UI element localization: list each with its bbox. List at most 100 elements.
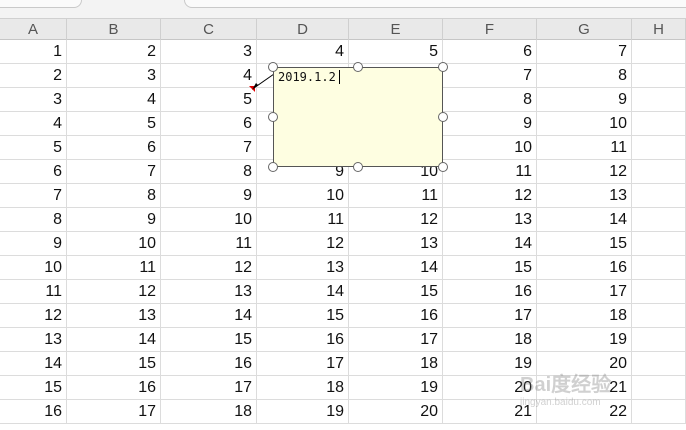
resize-handle-bottom-right[interactable]: [438, 162, 448, 172]
cell[interactable]: 6: [67, 136, 161, 160]
cell[interactable]: 15: [443, 256, 537, 280]
cell[interactable]: 13: [0, 328, 67, 352]
cell[interactable]: 15: [537, 232, 632, 256]
cell[interactable]: 16: [0, 400, 67, 424]
cell[interactable]: 11: [349, 184, 443, 208]
cell[interactable]: 11: [257, 208, 349, 232]
cell[interactable]: 5: [0, 136, 67, 160]
cell[interactable]: [632, 376, 686, 400]
cell[interactable]: 19: [349, 376, 443, 400]
cell[interactable]: 12: [349, 208, 443, 232]
resize-handle-top-right[interactable]: [438, 62, 448, 72]
cell[interactable]: 11: [161, 232, 257, 256]
cell[interactable]: 20: [349, 400, 443, 424]
cell[interactable]: 16: [161, 352, 257, 376]
cell[interactable]: 4: [0, 112, 67, 136]
cell[interactable]: 18: [443, 328, 537, 352]
cell[interactable]: [632, 328, 686, 352]
cell[interactable]: 10: [443, 136, 537, 160]
cell[interactable]: [632, 136, 686, 160]
cell[interactable]: 9: [443, 112, 537, 136]
cell[interactable]: [632, 232, 686, 256]
column-header-b[interactable]: B: [67, 19, 161, 40]
cell[interactable]: 12: [161, 256, 257, 280]
cell[interactable]: 5: [161, 88, 257, 112]
cell[interactable]: 13: [257, 256, 349, 280]
resize-handle-left[interactable]: [268, 112, 278, 122]
cell[interactable]: 19: [537, 328, 632, 352]
cell[interactable]: 14: [349, 256, 443, 280]
cell[interactable]: 5: [67, 112, 161, 136]
cell[interactable]: 10: [67, 232, 161, 256]
cell[interactable]: 9: [0, 232, 67, 256]
cell[interactable]: [632, 112, 686, 136]
cell[interactable]: [632, 400, 686, 424]
cell[interactable]: 8: [67, 184, 161, 208]
cell[interactable]: 12: [0, 304, 67, 328]
column-header-g[interactable]: G: [537, 19, 632, 40]
cell[interactable]: 14: [537, 208, 632, 232]
cell[interactable]: 6: [161, 112, 257, 136]
comment-text[interactable]: 2019.1.2: [278, 70, 336, 84]
cell[interactable]: [632, 40, 686, 64]
cell[interactable]: 14: [443, 232, 537, 256]
cell[interactable]: 4: [161, 64, 257, 88]
cell[interactable]: 13: [443, 208, 537, 232]
cell[interactable]: 9: [67, 208, 161, 232]
cell[interactable]: 8: [537, 64, 632, 88]
cell[interactable]: 14: [161, 304, 257, 328]
cell[interactable]: [632, 256, 686, 280]
column-header-h[interactable]: H: [632, 19, 686, 40]
cell[interactable]: [632, 160, 686, 184]
cell[interactable]: 6: [0, 160, 67, 184]
cell[interactable]: 8: [161, 160, 257, 184]
cell[interactable]: 16: [537, 256, 632, 280]
column-header-c[interactable]: C: [161, 19, 257, 40]
cell[interactable]: 17: [537, 280, 632, 304]
cell[interactable]: 2: [67, 40, 161, 64]
cell-comment-box[interactable]: 2019.1.2: [273, 67, 443, 167]
cell[interactable]: 15: [349, 280, 443, 304]
cell[interactable]: 9: [161, 184, 257, 208]
cell[interactable]: 10: [0, 256, 67, 280]
column-header-d[interactable]: D: [257, 19, 349, 40]
cell[interactable]: 12: [443, 184, 537, 208]
resize-handle-bottom-left[interactable]: [268, 162, 278, 172]
cell[interactable]: [632, 88, 686, 112]
cell[interactable]: 11: [537, 136, 632, 160]
cell[interactable]: 11: [0, 280, 67, 304]
cell[interactable]: 7: [67, 160, 161, 184]
cell[interactable]: 2: [0, 64, 67, 88]
cell[interactable]: 16: [443, 280, 537, 304]
cell[interactable]: 11: [443, 160, 537, 184]
formula-bar-edge[interactable]: [184, 0, 686, 8]
cell[interactable]: 4: [67, 88, 161, 112]
cell[interactable]: 10: [257, 184, 349, 208]
cell[interactable]: 3: [161, 40, 257, 64]
resize-handle-right[interactable]: [438, 112, 448, 122]
cell[interactable]: 15: [67, 352, 161, 376]
cell[interactable]: [632, 304, 686, 328]
cell[interactable]: 10: [537, 112, 632, 136]
cell[interactable]: 12: [67, 280, 161, 304]
column-header-e[interactable]: E: [349, 19, 443, 40]
cell[interactable]: 15: [161, 328, 257, 352]
cell[interactable]: 14: [0, 352, 67, 376]
cell[interactable]: [632, 280, 686, 304]
cell[interactable]: 12: [257, 232, 349, 256]
resize-handle-top[interactable]: [353, 62, 363, 72]
tab-edge-left[interactable]: [0, 0, 82, 8]
cell[interactable]: 5: [349, 40, 443, 64]
cell[interactable]: 14: [257, 280, 349, 304]
cell[interactable]: 18: [257, 376, 349, 400]
cell[interactable]: 7: [443, 64, 537, 88]
cell[interactable]: 17: [443, 304, 537, 328]
cell[interactable]: 1: [0, 40, 67, 64]
cell[interactable]: 7: [0, 184, 67, 208]
cell[interactable]: 16: [349, 304, 443, 328]
cell[interactable]: 6: [443, 40, 537, 64]
cell[interactable]: 8: [443, 88, 537, 112]
cell[interactable]: 10: [161, 208, 257, 232]
cell[interactable]: 3: [0, 88, 67, 112]
cell[interactable]: [632, 64, 686, 88]
